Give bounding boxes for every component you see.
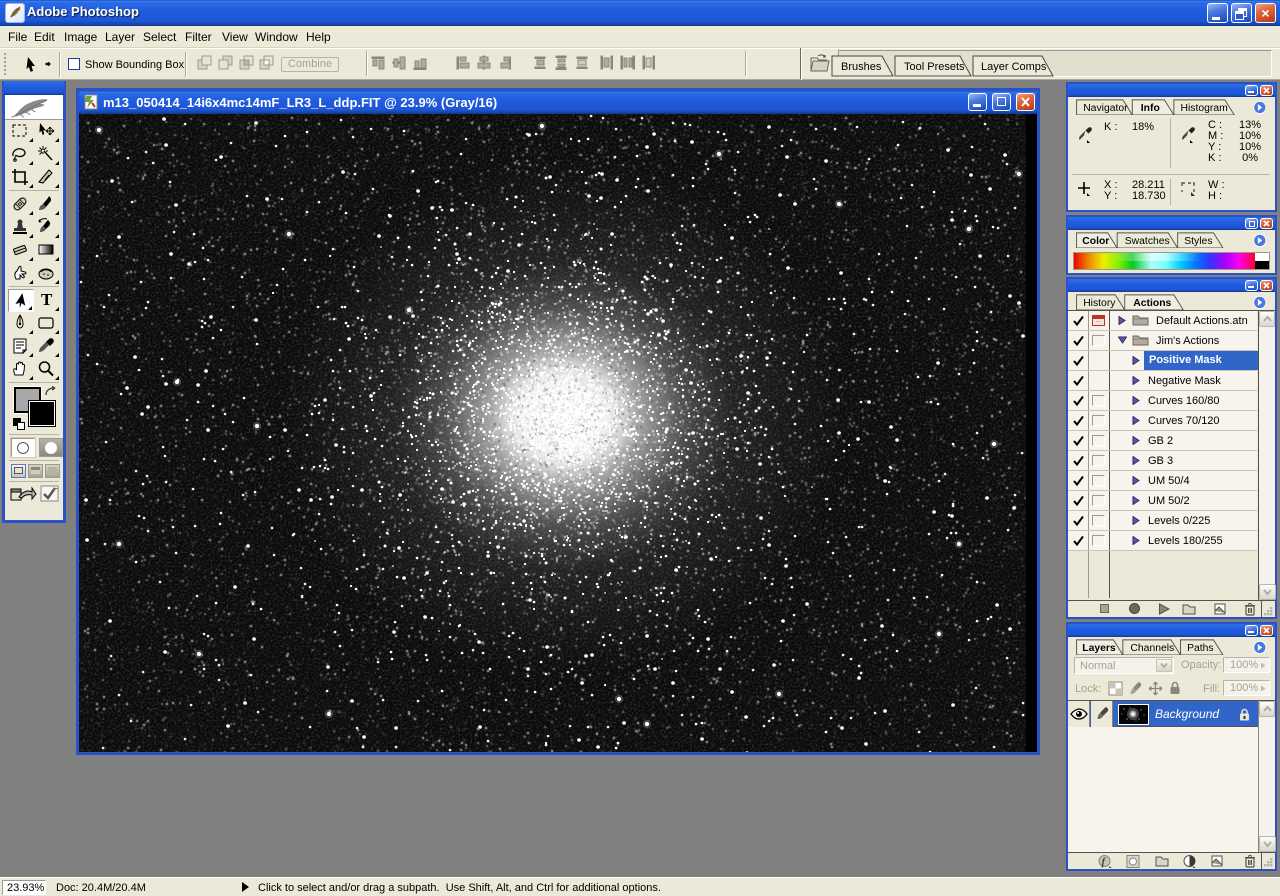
svg-text:Layers: Layers [1082, 643, 1116, 654]
svg-text:T: T [41, 290, 53, 309]
svg-text:Paths: Paths [1187, 643, 1214, 654]
svg-text:Swatches: Swatches [1125, 236, 1170, 247]
svg-text:Color: Color [1082, 236, 1109, 247]
svg-text:Navigator: Navigator [1083, 103, 1128, 114]
svg-text:Actions: Actions [1133, 298, 1171, 309]
svg-text:History: History [1083, 298, 1116, 309]
svg-text:Histogram: Histogram [1180, 103, 1227, 114]
svg-text:Styles: Styles [1184, 236, 1212, 247]
svg-text:Channels: Channels [1130, 643, 1174, 654]
svg-text:Info: Info [1141, 103, 1160, 114]
